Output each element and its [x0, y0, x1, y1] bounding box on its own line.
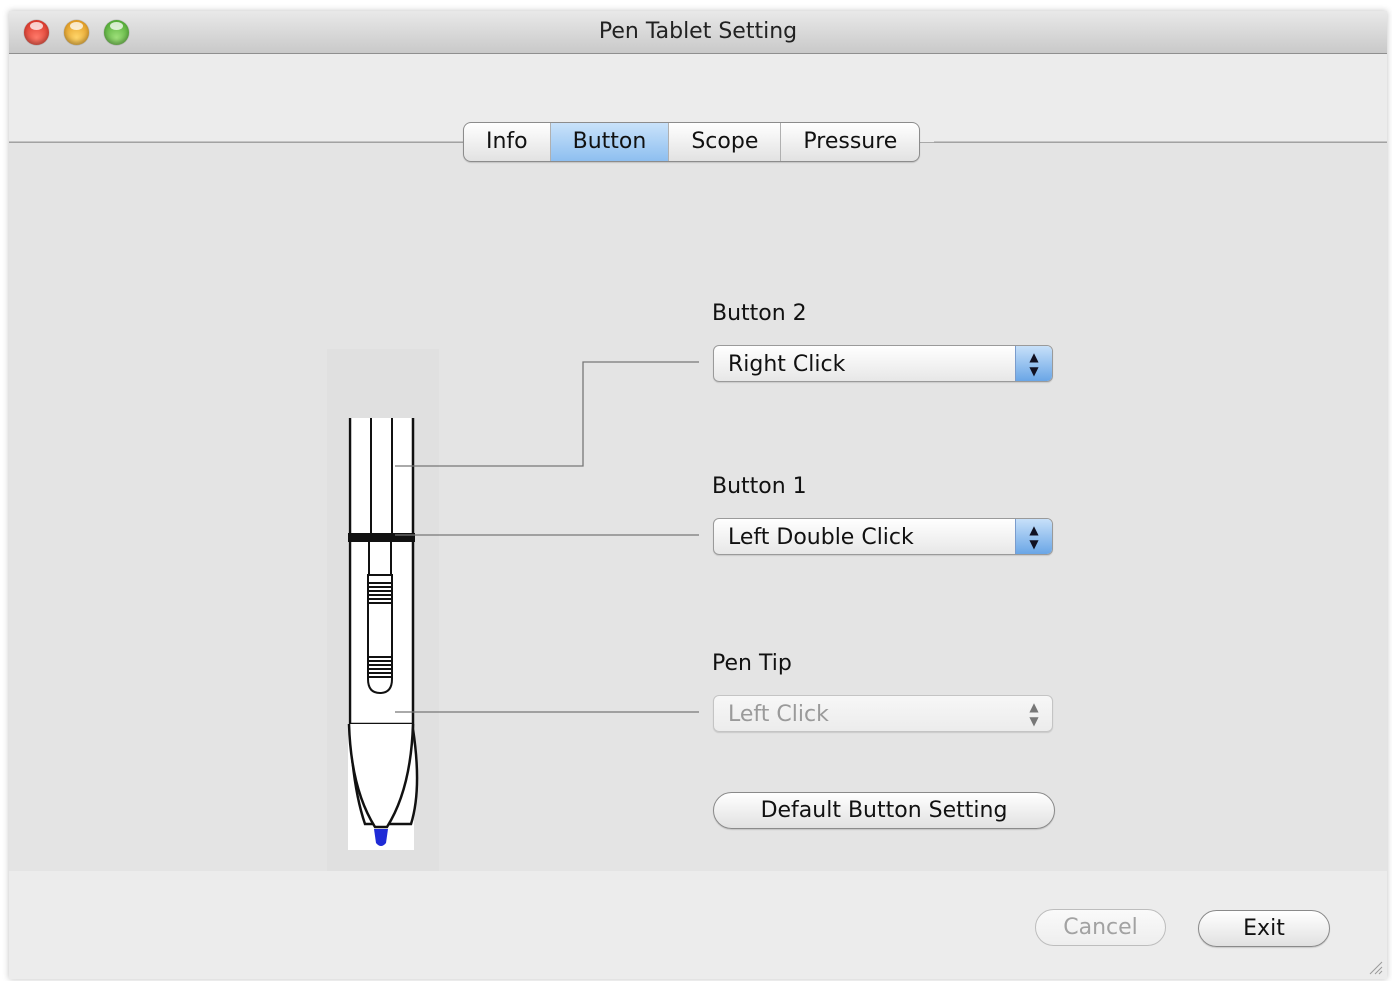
button1-select[interactable]: Left Double Click ▲ ▼	[713, 518, 1053, 555]
exit-button[interactable]: Exit	[1198, 910, 1330, 947]
tab-button[interactable]: Button	[550, 123, 670, 161]
pen-tip-select[interactable]: Left Click ▲ ▼	[713, 695, 1053, 732]
default-button-setting-button[interactable]: Default Button Setting	[713, 792, 1055, 829]
cancel-button[interactable]: Cancel	[1035, 909, 1166, 946]
up-down-arrows-icon: ▲ ▼	[1015, 519, 1052, 554]
up-down-arrows-icon: ▲ ▼	[1015, 346, 1052, 381]
button2-label: Button 2	[712, 301, 807, 326]
tab-scope[interactable]: Scope	[669, 123, 782, 161]
pen-tip-label: Pen Tip	[712, 651, 792, 676]
tab-pressure[interactable]: Pressure	[781, 123, 919, 161]
resize-grip-icon[interactable]	[1367, 959, 1383, 975]
pen-tablet-setting-window: Pen Tablet Setting Info Button Scope Pre…	[9, 11, 1387, 979]
pen-tip-value: Left Click	[728, 702, 829, 727]
tab-info[interactable]: Info	[464, 123, 551, 161]
button1-label: Button 1	[712, 474, 807, 499]
button2-value: Right Click	[728, 352, 846, 377]
button1-value: Left Double Click	[728, 525, 914, 550]
tab-bar: Info Button Scope Pressure	[463, 122, 921, 162]
up-down-arrows-icon: ▲ ▼	[1029, 699, 1039, 728]
button2-select[interactable]: Right Click ▲ ▼	[713, 345, 1053, 382]
